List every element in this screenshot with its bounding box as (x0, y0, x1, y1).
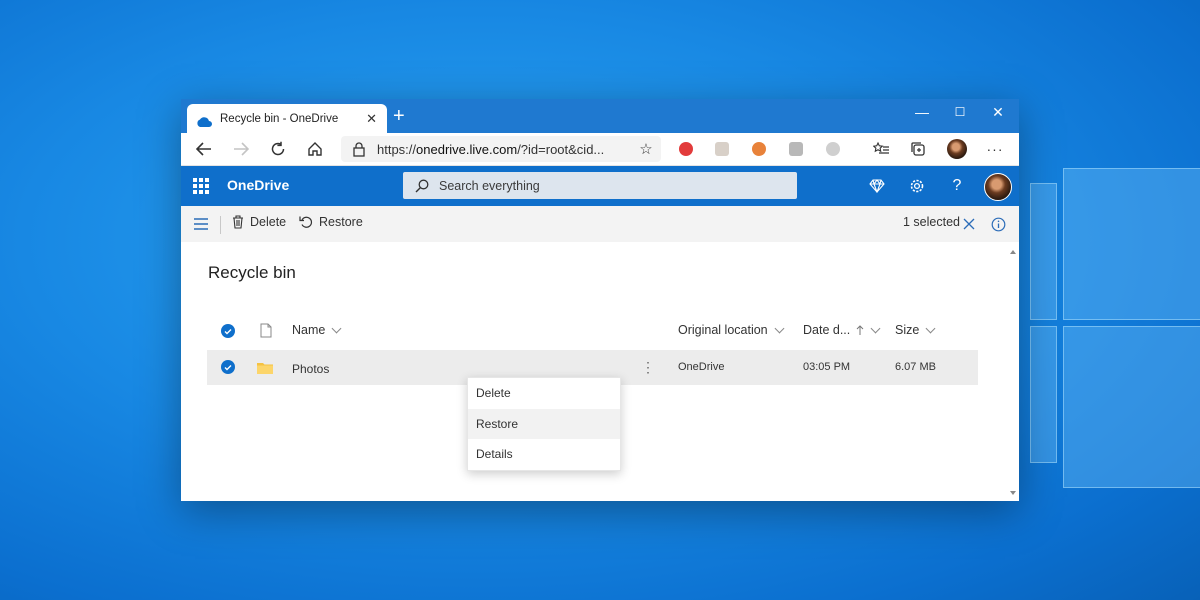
command-bar: Delete Restore 1 selected (181, 206, 1019, 242)
windows-logo-pane (1030, 183, 1057, 320)
windows-logo-pane (1030, 326, 1057, 463)
vertical-scrollbar[interactable] (1007, 242, 1019, 501)
address-url: https://onedrive.live.com/?id=root&cid..… (377, 142, 604, 157)
row-size: 6.07 MB (895, 361, 936, 373)
context-menu-restore[interactable]: Restore (468, 409, 620, 439)
browser-toolbar: https://onedrive.live.com/?id=root&cid..… (181, 133, 1019, 166)
row-checkbox[interactable] (221, 360, 235, 374)
clear-selection-icon[interactable] (959, 214, 979, 234)
browser-window: Recycle bin - OneDrive ✕ + — ☐ ✕ https:/… (181, 99, 1019, 501)
column-header-size[interactable]: Size (895, 323, 936, 337)
sort-ascending-icon (856, 324, 864, 336)
restore-label: Restore (319, 215, 363, 229)
tab-title: Recycle bin - OneDrive (220, 112, 339, 125)
profile-avatar[interactable] (947, 139, 967, 159)
context-menu-details[interactable]: Details (468, 439, 620, 469)
column-header-original-location[interactable]: Original location (678, 323, 785, 337)
extension-stop-icon[interactable] (679, 142, 693, 156)
selection-count: 1 selected (903, 215, 960, 229)
column-header-date-deleted[interactable]: Date d... (803, 323, 881, 337)
file-type-icon (260, 323, 272, 343)
row-name[interactable]: Photos (292, 362, 329, 376)
windows-logo-pane (1063, 168, 1200, 320)
url-path: /?id=root&cid... (517, 141, 605, 157)
column-header-size-label: Size (895, 323, 920, 337)
more-options-icon[interactable]: ··· (985, 139, 1005, 159)
nav-menu-icon[interactable] (191, 214, 211, 234)
chevron-down-icon (331, 323, 342, 333)
lock-icon (351, 141, 367, 157)
premium-diamond-icon[interactable] (867, 176, 887, 196)
row-date-deleted: 03:05 PM (803, 361, 851, 373)
minimize-button[interactable]: — (903, 99, 941, 125)
favorites-list-icon[interactable] (871, 139, 891, 159)
chevron-down-icon (870, 323, 881, 333)
windows-logo-pane (1063, 326, 1200, 488)
url-scheme: https:// (377, 141, 417, 157)
onedrive-cloud-icon (196, 114, 212, 127)
column-header-name-label: Name (292, 323, 326, 337)
collections-icon[interactable] (908, 139, 928, 159)
forward-icon[interactable] (231, 139, 251, 159)
scroll-down-arrow-icon[interactable] (1010, 491, 1016, 495)
row-original-location: OneDrive (678, 361, 725, 373)
url-host: onedrive.live.com (416, 141, 518, 157)
back-icon[interactable] (194, 139, 214, 159)
browser-tab[interactable]: Recycle bin - OneDrive ✕ (187, 104, 387, 133)
extension-icon[interactable] (715, 142, 729, 156)
new-tab-button[interactable]: + (393, 105, 405, 127)
restore-button[interactable]: Restore (299, 215, 363, 229)
account-avatar[interactable] (984, 173, 1012, 201)
extension-icon[interactable] (752, 142, 766, 156)
trash-icon (233, 215, 243, 229)
chevron-down-icon (774, 323, 785, 333)
refresh-icon[interactable] (268, 139, 288, 159)
scroll-up-arrow-icon[interactable] (1010, 250, 1016, 254)
tab-close-icon[interactable]: ✕ (366, 111, 377, 127)
maximize-button[interactable]: ☐ (941, 99, 979, 125)
chevron-down-icon (925, 323, 936, 333)
column-header-location-label: Original location (678, 323, 768, 337)
title-bar: Recycle bin - OneDrive ✕ + — ☐ ✕ (181, 99, 1019, 133)
restore-icon (299, 216, 312, 228)
folder-icon (257, 361, 273, 379)
onedrive-app-bar: OneDrive ? (181, 166, 1019, 206)
address-bar[interactable]: https://onedrive.live.com/?id=root&cid..… (341, 136, 661, 162)
settings-gear-icon[interactable] (907, 176, 927, 196)
context-menu: Delete Restore Details (467, 377, 621, 471)
home-icon[interactable] (305, 139, 325, 159)
help-icon[interactable]: ? (947, 176, 967, 196)
column-header-date-label: Date d... (803, 323, 851, 337)
favorite-star-icon[interactable]: ☆ (636, 139, 656, 159)
extension-icon[interactable] (826, 142, 840, 156)
search-input[interactable] (437, 177, 781, 194)
row-more-actions-icon[interactable]: ⋮ (641, 359, 655, 376)
delete-button[interactable]: Delete (232, 215, 286, 229)
delete-label: Delete (250, 215, 287, 229)
select-all-checkbox[interactable] (221, 324, 235, 338)
command-divider (220, 216, 221, 234)
extension-icon[interactable] (789, 142, 803, 156)
app-launcher-icon[interactable] (193, 178, 209, 194)
close-window-button[interactable]: ✕ (979, 99, 1017, 125)
column-header-name[interactable]: Name (292, 323, 342, 337)
onedrive-brand[interactable]: OneDrive (227, 177, 289, 193)
context-menu-delete[interactable]: Delete (468, 378, 620, 408)
info-icon[interactable] (988, 214, 1008, 234)
page-title: Recycle bin (208, 263, 296, 282)
search-box[interactable] (403, 172, 797, 199)
search-icon (415, 179, 429, 193)
